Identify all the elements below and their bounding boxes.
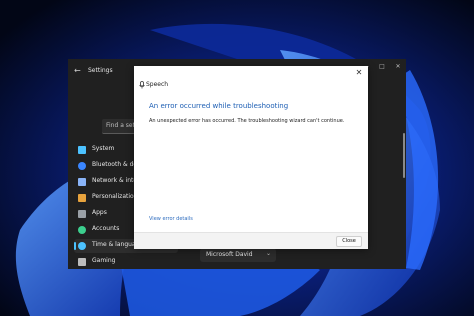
settings-title: Settings [88,67,113,74]
nav-label: Bluetooth & de [92,161,138,168]
bluetooth-icon [78,162,86,170]
back-arrow-icon[interactable]: ← [74,66,84,76]
microphone-icon [139,81,145,89]
close-icon[interactable]: ✕ [354,68,364,77]
accounts-icon [78,226,86,234]
system-icon [78,146,86,154]
error-dialog: ✕ Speech An error occurred while trouble… [134,66,368,249]
voice-select-value: Microsoft David [206,251,253,258]
dialog-heading: An error occurred while troubleshooting [149,102,289,110]
settings-scrollbar[interactable] [403,133,405,178]
nav-label: System [92,145,115,152]
personalization-icon [78,194,86,202]
gaming-icon [78,258,86,266]
nav-label: Apps [92,209,107,216]
close-window-icon[interactable]: ✕ [394,63,402,70]
dialog-app-name: Speech [146,81,169,88]
window-controls: — □ ✕ [362,63,402,70]
maximize-icon[interactable]: □ [378,63,386,70]
nav-item-gaming[interactable]: Gaming [74,255,178,269]
nav-label: Accounts [92,225,120,232]
dialog-footer: Close [134,232,368,249]
dialog-message: An unexpected error has occurred. The tr… [149,118,345,124]
network-icon [78,178,86,186]
apps-icon [78,210,86,218]
voice-select[interactable]: Microsoft David ⌄ [200,248,276,262]
close-button[interactable]: Close [336,236,362,247]
nav-label: Network & inte [92,177,138,184]
nav-label: Gaming [92,257,116,264]
chevron-down-icon: ⌄ [265,250,271,257]
view-error-details-link[interactable]: View error details [149,216,193,222]
time-language-icon [78,242,86,250]
nav-label: Personalization [92,193,138,200]
